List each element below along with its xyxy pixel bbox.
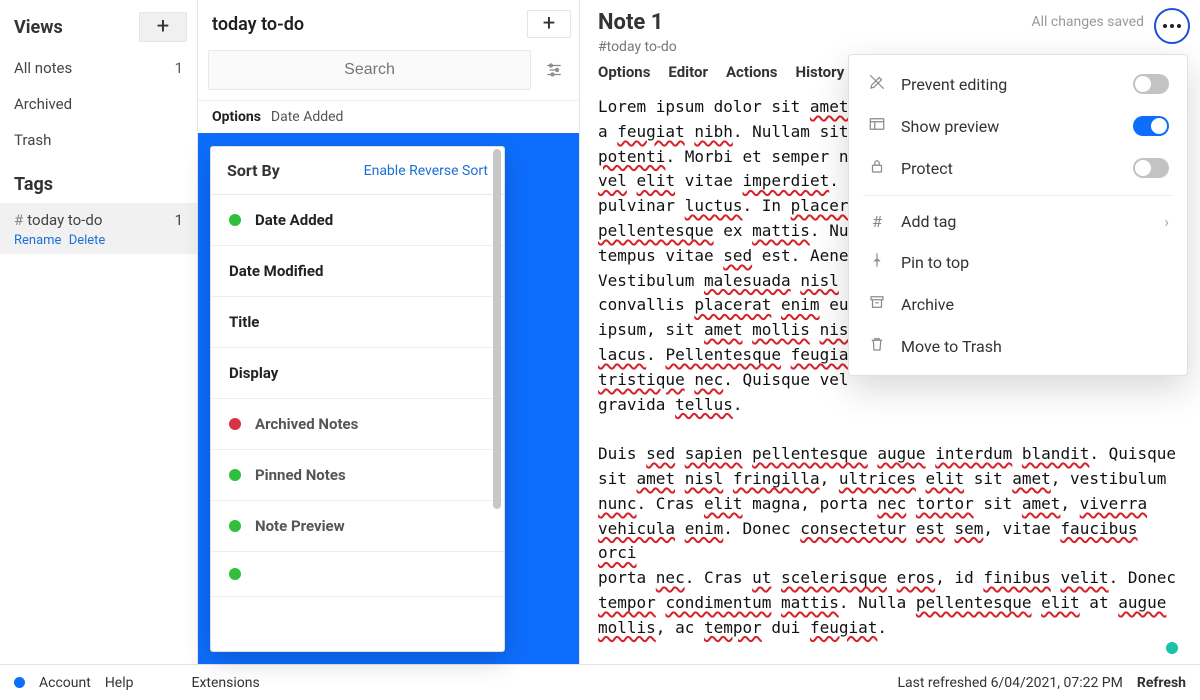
help-button[interactable]: Help [105, 675, 134, 691]
dot-icon [229, 568, 241, 580]
sort-title: Sort By [227, 161, 280, 180]
more-button[interactable] [1154, 8, 1190, 44]
sort-popup: Sort By Enable Reverse Sort Date Added D… [210, 146, 505, 652]
view-label: Archived [14, 95, 72, 113]
refresh-button[interactable]: Refresh [1137, 675, 1186, 691]
dot-icon [229, 469, 241, 481]
view-all-notes[interactable]: All notes 1 [0, 50, 197, 86]
hash-icon: # [14, 211, 23, 229]
toggle[interactable] [1133, 74, 1169, 94]
toggle[interactable] [1133, 116, 1169, 136]
sort-date-modified[interactable]: Date Modified [211, 246, 504, 297]
presence-indicator [1166, 642, 1178, 654]
view-label: Trash [14, 131, 51, 149]
chevron-right-icon: › [1164, 212, 1169, 231]
archive-icon [867, 293, 887, 315]
menu-prevent-editing[interactable]: Prevent editing [849, 63, 1187, 105]
display-preview[interactable]: Note Preview [211, 501, 504, 552]
save-status: All changes saved [1031, 10, 1144, 30]
tag-delete-button[interactable]: Delete [69, 233, 106, 248]
view-trash[interactable]: Trash [0, 122, 197, 158]
sort-title[interactable]: Title [211, 297, 504, 348]
note-title[interactable]: Note 1 [598, 10, 663, 35]
menu-archive[interactable]: Archive [849, 283, 1187, 325]
note-editor-column: Note 1 All changes saved #today to-do Op… [580, 0, 1200, 664]
view-count: 1 [175, 59, 183, 77]
footer: Account Help Extensions Last refreshed 6… [0, 664, 1200, 700]
extensions-button[interactable]: Extensions [192, 675, 260, 691]
enable-reverse-sort-button[interactable]: Enable Reverse Sort [364, 163, 488, 179]
tab-history[interactable]: History [796, 63, 845, 81]
trash-icon [867, 335, 887, 357]
display-archived[interactable]: Archived Notes [211, 399, 504, 450]
tag-rename-button[interactable]: Rename [14, 233, 61, 248]
options-label: Options [212, 109, 261, 125]
add-note-button[interactable]: + [527, 10, 571, 38]
menu-trash[interactable]: Move to Trash [849, 325, 1187, 367]
last-refreshed: Last refreshed 6/04/2021, 07:22 PM [898, 675, 1123, 691]
view-archived[interactable]: Archived [0, 86, 197, 122]
dot-icon [229, 214, 241, 226]
account-button[interactable]: Account [39, 675, 91, 691]
scrollbar[interactable] [492, 149, 502, 649]
menu-protect[interactable]: Protect [849, 147, 1187, 189]
preview-icon [867, 115, 887, 137]
lock-icon [867, 157, 887, 179]
add-view-button[interactable]: + [139, 12, 187, 42]
view-label: All notes [14, 59, 72, 77]
tag-item[interactable]: #today to-do 1 Rename Delete [0, 203, 197, 254]
menu-show-preview[interactable]: Show preview [849, 105, 1187, 147]
options-value: Date Added [271, 109, 344, 125]
display-more[interactable] [211, 552, 504, 597]
display-pinned[interactable]: Pinned Notes [211, 450, 504, 501]
sort-date-added[interactable]: Date Added [211, 195, 504, 246]
search-input[interactable] [208, 50, 531, 90]
menu-add-tag[interactable]: # Add tag › [849, 202, 1187, 241]
tags-header: Tags [0, 158, 197, 203]
dot-icon [229, 520, 241, 532]
tab-actions[interactable]: Actions [726, 63, 778, 81]
pencil-off-icon [867, 73, 887, 95]
menu-pin[interactable]: Pin to top [849, 241, 1187, 283]
toggle[interactable] [1133, 158, 1169, 178]
display-section: Display [211, 348, 504, 399]
list-title: today to-do [212, 14, 304, 35]
views-sidebar: Views + All notes 1 Archived Trash Tags … [0, 0, 198, 664]
tab-editor[interactable]: Editor [668, 63, 708, 81]
notes-list-column: today to-do + Options Date Added Sort By… [198, 0, 580, 664]
views-header: Views [14, 17, 63, 38]
tab-options[interactable]: Options [598, 63, 650, 81]
tag-count: 1 [175, 211, 183, 229]
status-dot-icon [14, 677, 25, 688]
filter-icon[interactable] [539, 55, 569, 85]
tag-label: today to-do [27, 211, 102, 229]
pin-icon [867, 251, 887, 273]
dot-icon [229, 418, 241, 430]
list-options-row[interactable]: Options Date Added [198, 100, 579, 133]
more-menu: Prevent editing Show preview Protect # A… [848, 54, 1188, 376]
hash-icon: # [867, 212, 887, 231]
